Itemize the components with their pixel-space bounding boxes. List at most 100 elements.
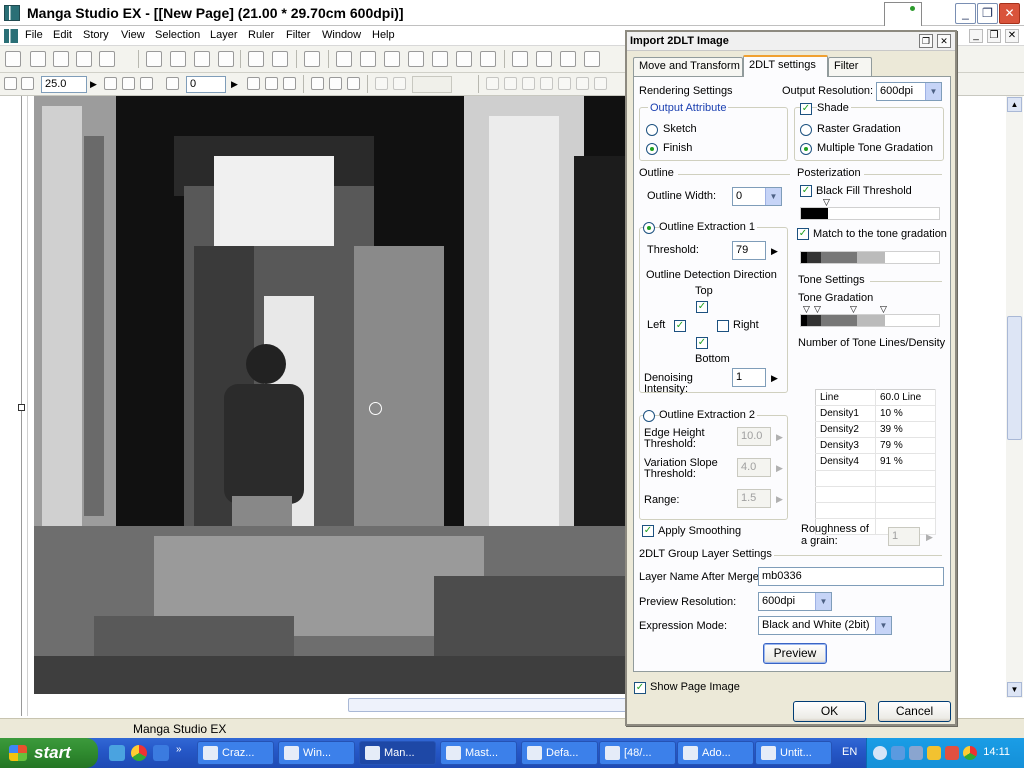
task-button-ado[interactable]: Ado...: [677, 741, 754, 765]
black-fill-threshold-bar[interactable]: [800, 207, 940, 220]
restore-button[interactable]: ❐: [977, 3, 998, 24]
menu-help[interactable]: Help: [372, 29, 395, 41]
delete-icon[interactable]: [218, 51, 234, 67]
bottom-checkbox[interactable]: ✓: [696, 337, 708, 349]
menu-selection[interactable]: Selection: [155, 29, 200, 41]
layer-properties-icon[interactable]: [336, 51, 352, 67]
zoom-dropdown-arrow-icon[interactable]: ▶: [90, 79, 97, 90]
menu-story[interactable]: Story: [83, 29, 109, 41]
new-story-icon[interactable]: [30, 51, 46, 67]
new-page-icon[interactable]: [5, 51, 21, 67]
undo-icon[interactable]: [248, 51, 264, 67]
preview-resolution-select[interactable]: 600dpi ▼: [758, 592, 832, 611]
page-handle[interactable]: [18, 404, 25, 411]
table-row[interactable]: Density1 10 %: [815, 405, 936, 423]
table-row[interactable]: Density3 79 %: [815, 437, 936, 455]
horizontal-scrollbar[interactable]: [348, 698, 628, 712]
rotation-dropdown-arrow-icon[interactable]: ▶: [231, 79, 238, 90]
tone-gradation-bar[interactable]: [800, 314, 940, 327]
scroll-up-arrow-icon[interactable]: ▲: [1007, 97, 1022, 112]
reset-rotation-icon[interactable]: [247, 77, 260, 90]
tab-move-and-transform[interactable]: Move and Transform: [633, 57, 743, 76]
zoom-in-icon[interactable]: [4, 77, 17, 90]
table-row[interactable]: Density2 39 %: [815, 421, 936, 439]
tone-row-value[interactable]: 60.0 Line: [875, 389, 936, 407]
tray-security-icon[interactable]: [945, 746, 959, 760]
close-button[interactable]: ✕: [999, 3, 1020, 24]
redo-icon[interactable]: [272, 51, 288, 67]
raster-gradation-radio[interactable]: [800, 124, 812, 136]
dialog-restore-icon[interactable]: ❐: [919, 34, 933, 48]
task-button-win[interactable]: Win...: [278, 741, 355, 765]
language-indicator[interactable]: EN: [842, 746, 857, 758]
paste-icon[interactable]: [194, 51, 210, 67]
menu-layer[interactable]: Layer: [210, 29, 238, 41]
denoising-input[interactable]: 1: [732, 368, 766, 387]
threshold-input[interactable]: 79: [732, 241, 766, 260]
menu-filter[interactable]: Filter: [286, 29, 310, 41]
task-button-untit[interactable]: Untit...: [755, 741, 832, 765]
edge-height-arrow-icon[interactable]: ▶: [776, 432, 783, 443]
task-button-craz[interactable]: Craz...: [197, 741, 274, 765]
copy-icon[interactable]: [170, 51, 186, 67]
top-checkbox[interactable]: ✓: [696, 301, 708, 313]
black-fill-threshold-checkbox[interactable]: ✓: [800, 185, 812, 197]
shade-checkbox[interactable]: ✓: [800, 103, 812, 115]
ie-icon[interactable]: [153, 745, 169, 761]
layer-name-input[interactable]: mb0336: [758, 567, 944, 586]
threshold-arrow-icon[interactable]: ▶: [771, 246, 778, 257]
sketch-radio[interactable]: [646, 124, 658, 136]
rotate-icon[interactable]: [166, 77, 179, 90]
chevron-down-icon[interactable]: ▼: [815, 593, 831, 610]
guide-snap-icon[interactable]: [347, 77, 360, 90]
tone-marker-icon[interactable]: ▽: [850, 305, 857, 314]
spread-view-icon[interactable]: [560, 51, 576, 67]
chrome-icon[interactable]: [131, 745, 147, 761]
match-tone-gradation-checkbox[interactable]: ✓: [797, 228, 809, 240]
finish-radio[interactable]: [646, 143, 658, 155]
dialog-title-bar[interactable]: Import 2DLT Image ❐ ✕: [627, 32, 955, 51]
flip-vertical-icon[interactable]: [283, 77, 296, 90]
range-arrow-icon[interactable]: ▶: [776, 494, 783, 505]
clock[interactable]: 14:11: [983, 746, 1010, 758]
flip-horizontal-icon[interactable]: [265, 77, 278, 90]
doc-minimize-button[interactable]: _: [969, 29, 983, 43]
expression-mode-select[interactable]: Black and White (2bit) ▼: [758, 616, 892, 635]
tray-network-icon[interactable]: [891, 746, 905, 760]
tray-app-icon[interactable]: [909, 746, 923, 760]
save-all-icon[interactable]: [99, 51, 115, 67]
left-checkbox[interactable]: ✓: [674, 320, 686, 332]
start-button[interactable]: start: [0, 738, 98, 768]
tone-marker-icon[interactable]: ▽: [814, 305, 821, 314]
page-view-icon[interactable]: [536, 51, 552, 67]
print-icon[interactable]: [304, 51, 320, 67]
doc-restore-button[interactable]: ❐: [987, 29, 1001, 43]
menu-ruler[interactable]: Ruler: [248, 29, 274, 41]
menu-edit[interactable]: Edit: [53, 29, 72, 41]
apply-smoothing-checkbox[interactable]: ✓: [642, 525, 654, 537]
tone-marker-icon[interactable]: ▽: [880, 305, 887, 314]
scroll-down-arrow-icon[interactable]: ▼: [1007, 682, 1022, 697]
tones-palette-icon[interactable]: [432, 51, 448, 67]
navigator-icon[interactable]: [408, 51, 424, 67]
outline-extraction-1-radio[interactable]: [643, 222, 655, 234]
ok-button[interactable]: OK: [793, 701, 866, 722]
table-row[interactable]: Density4 91 %: [815, 453, 936, 471]
history-palette-icon[interactable]: [480, 51, 496, 67]
outline-extraction-2-radio[interactable]: [643, 410, 655, 422]
menu-view[interactable]: View: [121, 29, 145, 41]
preview-button[interactable]: Preview: [763, 643, 827, 664]
play-icon[interactable]: [584, 51, 600, 67]
tone-row-value[interactable]: 39 %: [875, 421, 936, 439]
tool-options-icon[interactable]: [360, 51, 376, 67]
variation-slope-arrow-icon[interactable]: ▶: [776, 463, 783, 474]
multiple-tone-gradation-radio[interactable]: [800, 143, 812, 155]
tone-marker-icon[interactable]: ▽: [803, 305, 810, 314]
cancel-button[interactable]: Cancel: [878, 701, 951, 722]
minimize-button[interactable]: _: [955, 3, 976, 24]
fit-page-icon[interactable]: [104, 77, 117, 90]
tray-arrow-icon[interactable]: [873, 746, 887, 760]
ruler-snap-icon[interactable]: [311, 77, 324, 90]
materials-palette-icon[interactable]: [456, 51, 472, 67]
edge-height-input[interactable]: 10.0: [737, 427, 771, 446]
